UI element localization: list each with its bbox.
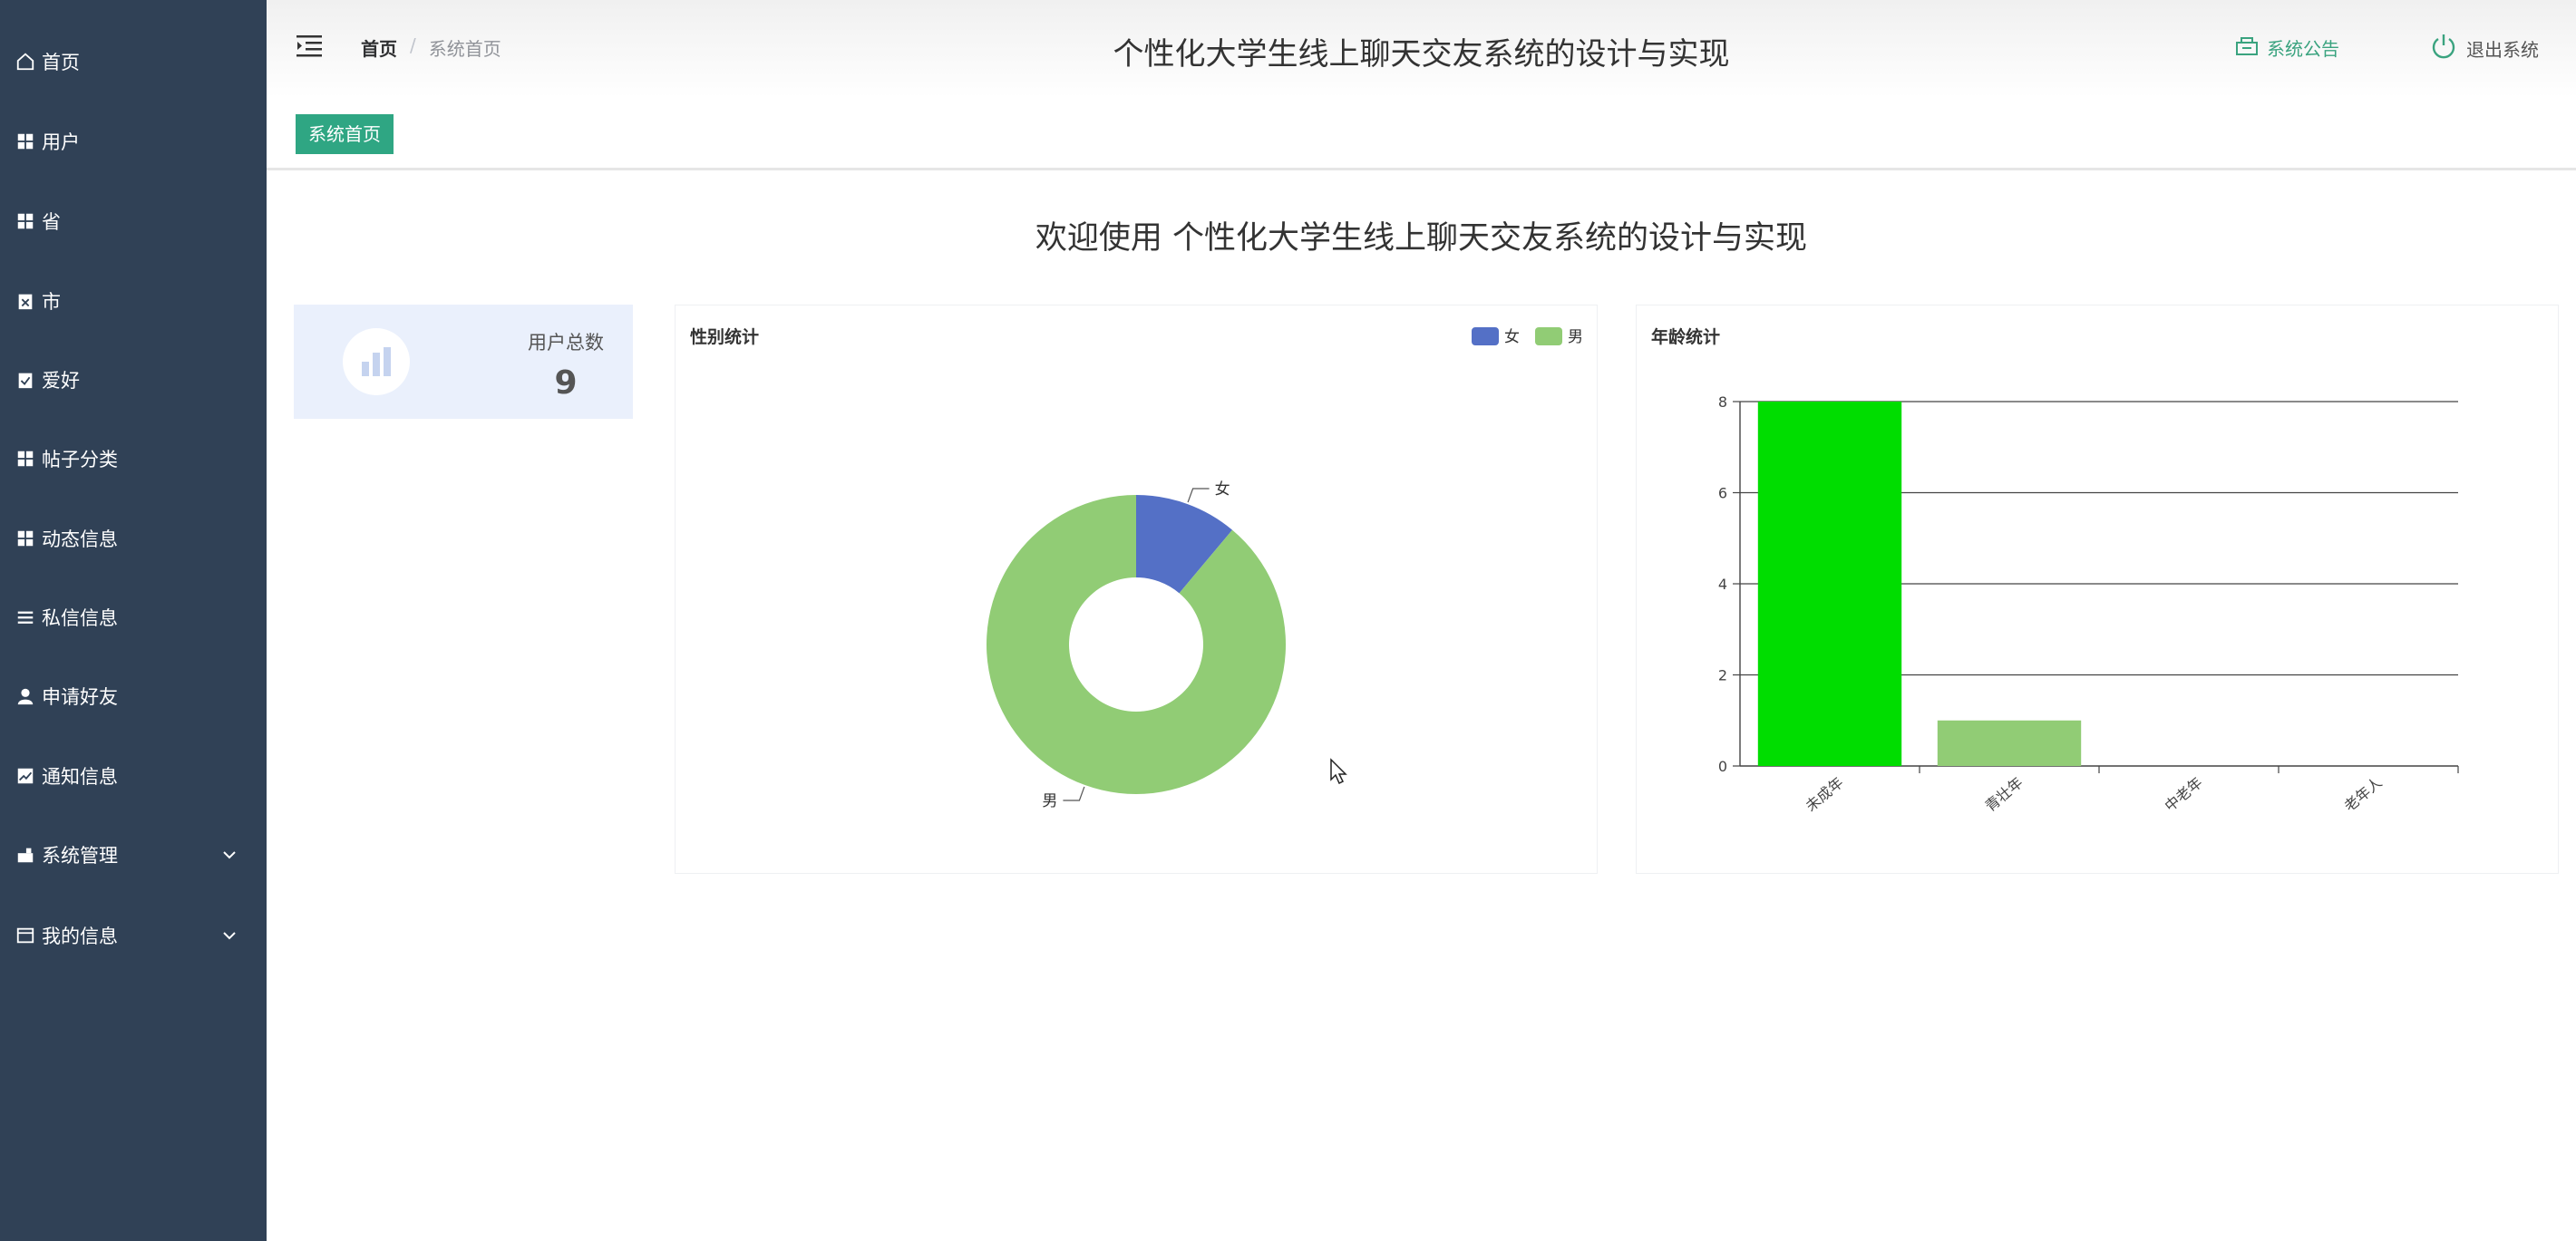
sidebar-item-label: 申请好友 <box>42 686 118 708</box>
sidebar: 首页用户省市爱好帖子分类动态信息私信信息申请好友通知信息系统管理我的信息 <box>0 0 267 1241</box>
tags-bar: 系统首页 <box>267 98 2576 170</box>
legend-swatch[interactable] <box>1535 327 1562 345</box>
age-chart-title: 年龄统计 <box>1651 327 1721 347</box>
chart-icon <box>15 765 36 787</box>
sidebar-item-11[interactable]: 我的信息 <box>0 908 267 963</box>
sidebar-item-label: 私信信息 <box>42 607 118 629</box>
clipboard-x-icon <box>15 290 36 312</box>
menu-toggle-icon[interactable] <box>296 33 323 60</box>
sidebar-item-label: 爱好 <box>42 370 80 392</box>
sidebar-item-6[interactable]: 动态信息 <box>0 511 267 566</box>
x-tick-label: 未成年 <box>1803 774 1847 815</box>
sidebar-item-5[interactable]: 帖子分类 <box>0 431 267 486</box>
age-chart-panel: 0 2 4 6 8 未成年 青壮年 中老年 老年人 年龄统计 <box>1636 305 2559 874</box>
gender-chart-panel: 女男女男 性别统计 <box>675 305 1598 874</box>
user-total-card: 用户总数 9 <box>294 305 633 419</box>
user-total-label: 用户总数 <box>528 332 604 354</box>
settings-icon <box>15 844 36 866</box>
sidebar-item-4[interactable]: 爱好 <box>0 353 267 407</box>
sidebar-item-label: 通知信息 <box>42 766 118 788</box>
grid-icon <box>15 210 36 232</box>
breadcrumb-current: 系统首页 <box>428 38 501 60</box>
pie-label-line <box>1187 488 1210 503</box>
pie-slice-男[interactable] <box>987 495 1286 794</box>
bar-青壮年[interactable] <box>1937 720 2082 766</box>
gender-chart-title: 性别统计 <box>690 327 760 347</box>
grid-icon <box>15 131 36 152</box>
user-total-value: 9 <box>554 364 578 402</box>
y-tick-label: 6 <box>1718 485 1727 502</box>
sidebar-item-label: 市 <box>42 291 61 313</box>
sidebar-item-0[interactable]: 首页 <box>0 34 267 89</box>
y-tick-label: 0 <box>1718 758 1727 775</box>
sidebar-item-2[interactable]: 省 <box>0 194 267 248</box>
y-tick-label: 4 <box>1718 576 1727 593</box>
breadcrumb-separator: / <box>410 34 416 56</box>
pie-label: 男 <box>1042 792 1057 810</box>
gender-chart: 女男女男 <box>987 327 1583 810</box>
logout-label: 退出系统 <box>2466 39 2539 61</box>
notice-icon <box>2234 34 2260 61</box>
y-tick-label: 8 <box>1718 393 1727 411</box>
sidebar-item-label: 用户 <box>42 131 80 153</box>
breadcrumb: 首页 / 系统首页 <box>361 34 501 61</box>
chevron-down-icon <box>221 846 238 868</box>
user-icon <box>15 685 36 707</box>
welcome-heading: 欢迎使用 个性化大学生线上聊天交友系统的设计与实现 <box>1035 220 1808 257</box>
pie-label-line <box>1063 786 1085 801</box>
sidebar-item-label: 系统管理 <box>42 845 118 867</box>
sidebar-item-label: 帖子分类 <box>42 449 118 470</box>
legend-swatch[interactable] <box>1472 327 1499 345</box>
clipboard-check-icon <box>15 369 36 391</box>
chevron-down-icon <box>221 926 238 948</box>
sidebar-item-9[interactable]: 通知信息 <box>0 749 267 803</box>
breadcrumb-home[interactable]: 首页 <box>361 34 397 61</box>
system-notice-button[interactable]: 系统公告 <box>2234 34 2339 61</box>
legend-label: 女 <box>1504 328 1520 346</box>
sidebar-item-label: 动态信息 <box>42 528 118 550</box>
age-chart: 0 2 4 6 8 未成年 青壮年 中老年 老年人 <box>1718 393 2459 815</box>
tag-home[interactable]: 系统首页 <box>296 114 394 154</box>
bar-chart-icon <box>343 328 410 395</box>
x-tick-label: 青壮年 <box>1982 774 2027 815</box>
bar-未成年[interactable] <box>1757 402 1902 766</box>
system-notice-label: 系统公告 <box>2267 38 2339 60</box>
page-title: 个性化大学生线上聊天交友系统的设计与实现 <box>1113 36 1730 73</box>
logout-button[interactable]: 退出系统 <box>2430 33 2539 64</box>
x-tick-label: 中老年 <box>2162 774 2206 815</box>
list-icon <box>15 606 36 628</box>
header: 首页 / 系统首页 个性化大学生线上聊天交友系统的设计与实现 系统公告 退出系统 <box>267 0 2576 98</box>
sidebar-item-8[interactable]: 申请好友 <box>0 669 267 723</box>
sidebar-item-10[interactable]: 系统管理 <box>0 828 267 882</box>
power-icon <box>2430 33 2457 64</box>
sidebar-item-label: 首页 <box>42 52 80 73</box>
sidebar-item-7[interactable]: 私信信息 <box>0 590 267 645</box>
card-icon <box>15 925 36 946</box>
mouse-cursor-icon <box>1329 758 1349 789</box>
sidebar-item-label: 我的信息 <box>42 926 118 947</box>
pie-label: 女 <box>1215 480 1230 499</box>
x-tick-label: 老年人 <box>2341 774 2386 815</box>
sidebar-item-label: 省 <box>42 211 61 233</box>
grid-icon <box>15 448 36 470</box>
legend-label: 男 <box>1568 328 1583 346</box>
grid-icon <box>15 528 36 549</box>
home-icon <box>15 51 36 73</box>
sidebar-item-1[interactable]: 用户 <box>0 114 267 169</box>
y-tick-label: 2 <box>1718 667 1727 684</box>
sidebar-item-3[interactable]: 市 <box>0 274 267 328</box>
